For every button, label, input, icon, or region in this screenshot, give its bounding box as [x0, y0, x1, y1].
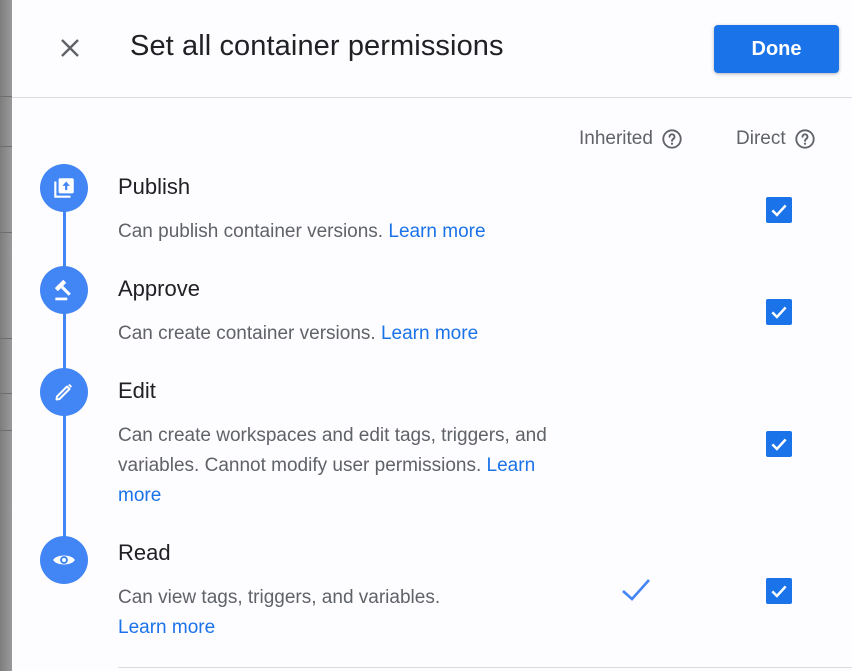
- dialog-header: Set all container permissions Done: [12, 0, 852, 98]
- publish-step: [40, 164, 88, 212]
- direct-column-label: Direct: [736, 128, 786, 149]
- background-divider: [0, 430, 12, 431]
- help-icon[interactable]: [794, 128, 816, 150]
- bottom-divider: [118, 667, 852, 668]
- permission-description-approve: Can create container versions. Learn mor…: [118, 319, 578, 349]
- direct-checkbox-approve[interactable]: [766, 299, 792, 325]
- gavel-icon: [55, 279, 71, 301]
- checkmark-icon: [771, 204, 787, 217]
- learn-more-link[interactable]: Learn more: [381, 323, 478, 344]
- background-divider: [0, 232, 12, 233]
- done-button[interactable]: Done: [714, 25, 839, 73]
- description-text: Can create workspaces and edit tags, tri…: [118, 425, 547, 476]
- permission-title-edit: Edit: [118, 378, 156, 403]
- close-button[interactable]: [52, 30, 88, 66]
- inherited-column-header: Inherited: [579, 128, 683, 150]
- checkmark-icon: [771, 306, 787, 319]
- checkmark-icon: [771, 585, 787, 598]
- learn-more-link[interactable]: Learn more: [388, 221, 485, 242]
- close-icon: [61, 39, 79, 57]
- permission-description-read: Can view tags, triggers, and variables. …: [118, 583, 578, 643]
- approve-step: [40, 266, 88, 314]
- pencil-icon: [55, 383, 73, 401]
- checkmark-icon: [771, 438, 787, 451]
- help-icon[interactable]: [661, 128, 683, 150]
- dialog-title: Set all container permissions: [130, 30, 504, 62]
- direct-checkbox-read[interactable]: [766, 578, 792, 604]
- publish-icon: [54, 178, 74, 198]
- eye-icon: [53, 555, 75, 565]
- permission-description-edit: Can create workspaces and edit tags, tri…: [118, 421, 578, 511]
- direct-checkbox-edit[interactable]: [766, 431, 792, 457]
- direct-checkbox-publish[interactable]: [766, 197, 792, 223]
- permission-description-publish: Can publish container versions. Learn mo…: [118, 217, 578, 247]
- permissions-dialog: Set all container permissions Done Inher…: [12, 0, 852, 671]
- description-text: Can publish container versions.: [118, 221, 384, 242]
- learn-more-link[interactable]: Learn more: [118, 617, 215, 638]
- permission-title-read: Read: [118, 540, 171, 565]
- permission-title-approve: Approve: [118, 276, 200, 301]
- description-text: Can view tags, triggers, and variables.: [118, 587, 441, 608]
- edit-step: [40, 368, 88, 416]
- inherited-check-icon: [622, 579, 650, 601]
- permission-title-publish: Publish: [118, 174, 191, 199]
- background-divider: [0, 146, 12, 147]
- background-page: [0, 0, 12, 671]
- description-text: Can create container versions.: [118, 323, 376, 344]
- read-step: [40, 536, 88, 584]
- background-divider: [0, 338, 12, 339]
- background-divider: [0, 393, 12, 394]
- inherited-column-label: Inherited: [579, 128, 653, 149]
- background-divider: [0, 96, 12, 97]
- direct-column-header: Direct: [736, 128, 816, 150]
